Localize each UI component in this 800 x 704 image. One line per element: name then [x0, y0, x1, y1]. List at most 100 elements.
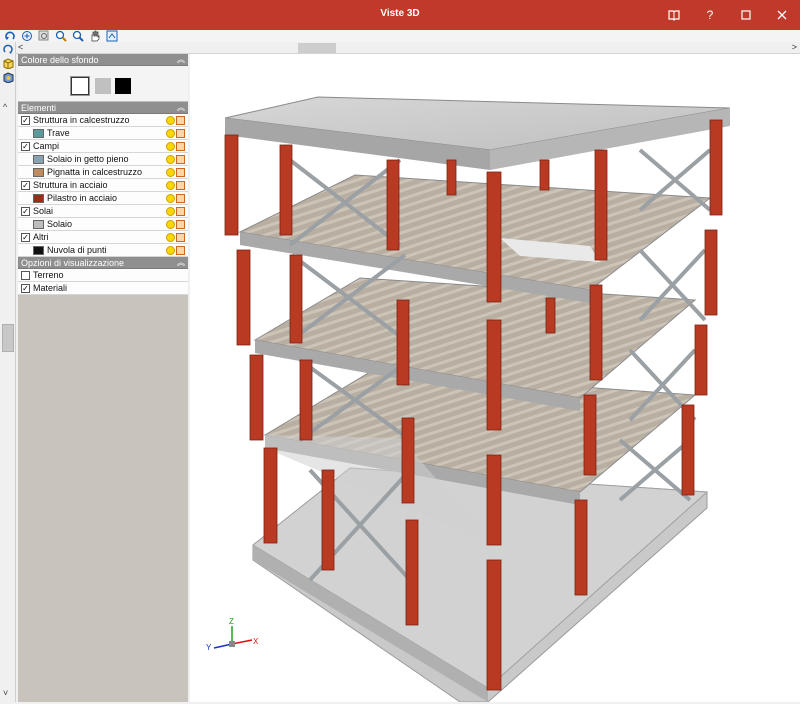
element-label: Struttura in acciaio [33, 180, 108, 190]
element-row[interactable]: Pilastro in acciaio [18, 192, 188, 205]
layer-color-swatch[interactable] [33, 246, 44, 255]
material-cube-icon[interactable] [176, 246, 185, 255]
material-cube-icon[interactable] [176, 207, 185, 216]
element-row[interactable]: Nuvola di punti [18, 244, 188, 257]
scroll-up-icon[interactable]: ^ [3, 102, 7, 112]
material-cube-icon[interactable] [176, 142, 185, 151]
material-cube-icon[interactable] [176, 155, 185, 164]
column [405, 519, 419, 626]
option-checkbox[interactable]: ✓ [21, 284, 30, 293]
display-option-row[interactable]: ✓ Materiali [18, 282, 188, 295]
element-label: Trave [47, 128, 70, 138]
layer-color-swatch[interactable] [33, 194, 44, 203]
element-row[interactable]: ✓ Struttura in calcestruzzo [18, 114, 188, 127]
display-option-row[interactable]: Terreno [18, 269, 188, 282]
collapse-chevron-icon[interactable]: ︽ [177, 102, 185, 114]
select-view-icon[interactable] [105, 30, 119, 42]
lightbulb-icon[interactable] [166, 129, 175, 138]
column [263, 447, 278, 544]
scroll-left-icon[interactable]: < [18, 42, 23, 52]
orbit-icon[interactable] [1, 43, 15, 56]
lightbulb-icon[interactable] [166, 142, 175, 151]
lightbulb-icon[interactable] [166, 233, 175, 242]
element-label: Solai [33, 206, 54, 216]
background-section-header[interactable]: Colore dello sfondo ︽ [18, 54, 188, 66]
zoom-icon[interactable] [71, 30, 85, 42]
visibility-checkbox[interactable]: ✓ [21, 207, 30, 216]
lightbulb-icon[interactable] [166, 220, 175, 229]
lightbulb-icon[interactable] [166, 246, 175, 255]
lightbulb-icon[interactable] [166, 168, 175, 177]
element-row[interactable]: Trave [18, 127, 188, 140]
column [401, 417, 415, 504]
horizontal-scrollbar[interactable]: < > [16, 42, 800, 54]
collapse-chevron-icon[interactable]: ︽ [177, 257, 185, 269]
lightbulb-icon[interactable] [166, 194, 175, 203]
material-cube-icon[interactable] [176, 116, 185, 125]
zoom-window-icon[interactable] [37, 30, 51, 42]
material-cube-icon[interactable] [176, 194, 185, 203]
material-cube-icon[interactable] [176, 220, 185, 229]
zoom-dynamic-icon[interactable] [54, 30, 68, 42]
display-section-header[interactable]: Opzioni di visualizzazione ︽ [18, 257, 188, 269]
bg-white-swatch[interactable] [70, 76, 90, 96]
column [486, 319, 502, 431]
material-cube-icon[interactable] [176, 168, 185, 177]
bg-black-swatch[interactable] [115, 78, 131, 94]
title-bar: Viste 3D ? [0, 0, 800, 30]
collapse-chevron-icon[interactable]: ︽ [177, 54, 185, 66]
3d-viewport[interactable]: Z X Y [190, 54, 800, 703]
bg-gray-swatch[interactable] [95, 78, 111, 94]
column [279, 144, 293, 236]
background-section-title: Colore dello sfondo [21, 55, 99, 65]
rotate-icon[interactable] [3, 30, 17, 42]
close-button[interactable] [764, 0, 800, 30]
element-label: Altri [33, 232, 49, 242]
visibility-checkbox[interactable]: ✓ [21, 181, 30, 190]
scroll-down-icon[interactable]: ˅ [3, 688, 8, 698]
material-cube-icon[interactable] [176, 233, 185, 242]
element-label: Solaio [47, 219, 73, 229]
lightbulb-icon[interactable] [166, 181, 175, 190]
minimize-icon [741, 10, 751, 20]
column [694, 324, 708, 396]
material-cube-icon[interactable] [176, 129, 185, 138]
column [299, 359, 313, 441]
element-label: Solaio in getto pieno [47, 154, 129, 164]
element-row[interactable]: Solaio [18, 218, 188, 231]
element-row[interactable]: ✓ Struttura in acciaio [18, 179, 188, 192]
layer-color-swatch[interactable] [33, 220, 44, 229]
layer-color-swatch[interactable] [33, 168, 44, 177]
render-icon[interactable] [1, 71, 15, 84]
visibility-checkbox[interactable]: ✓ [21, 142, 30, 151]
book-icon[interactable] [656, 0, 692, 30]
pan-icon[interactable] [88, 30, 102, 42]
element-row[interactable]: ✓ Solai [18, 205, 188, 218]
axis-y-label: Y [206, 643, 212, 652]
vertical-scrollbar-thumb[interactable] [2, 324, 14, 352]
visibility-checkbox[interactable]: ✓ [21, 116, 30, 125]
material-cube-icon[interactable] [176, 181, 185, 190]
background-color-options [18, 66, 188, 102]
help-button[interactable]: ? [692, 0, 728, 30]
lightbulb-icon[interactable] [166, 116, 175, 125]
elements-section-header[interactable]: Elementi ︽ [18, 102, 188, 114]
element-row[interactable]: ✓ Campi [18, 140, 188, 153]
lightbulb-icon[interactable] [166, 207, 175, 216]
views-icon[interactable] [1, 57, 15, 70]
minimize-button[interactable] [728, 0, 764, 30]
zoom-extents-icon[interactable] [20, 30, 34, 42]
column [486, 559, 502, 691]
layer-color-swatch[interactable] [33, 129, 44, 138]
element-row[interactable]: ✓ Altri [18, 231, 188, 244]
element-row[interactable]: Pignatta in calcestruzzo [18, 166, 188, 179]
scroll-right-icon[interactable]: > [792, 42, 797, 52]
visibility-checkbox[interactable]: ✓ [21, 233, 30, 242]
layer-color-swatch[interactable] [33, 155, 44, 164]
option-checkbox[interactable] [21, 271, 30, 280]
lightbulb-icon[interactable] [166, 155, 175, 164]
column [704, 229, 718, 316]
horizontal-scrollbar-thumb[interactable] [298, 43, 336, 53]
column [446, 159, 457, 196]
element-row[interactable]: Solaio in getto pieno [18, 153, 188, 166]
